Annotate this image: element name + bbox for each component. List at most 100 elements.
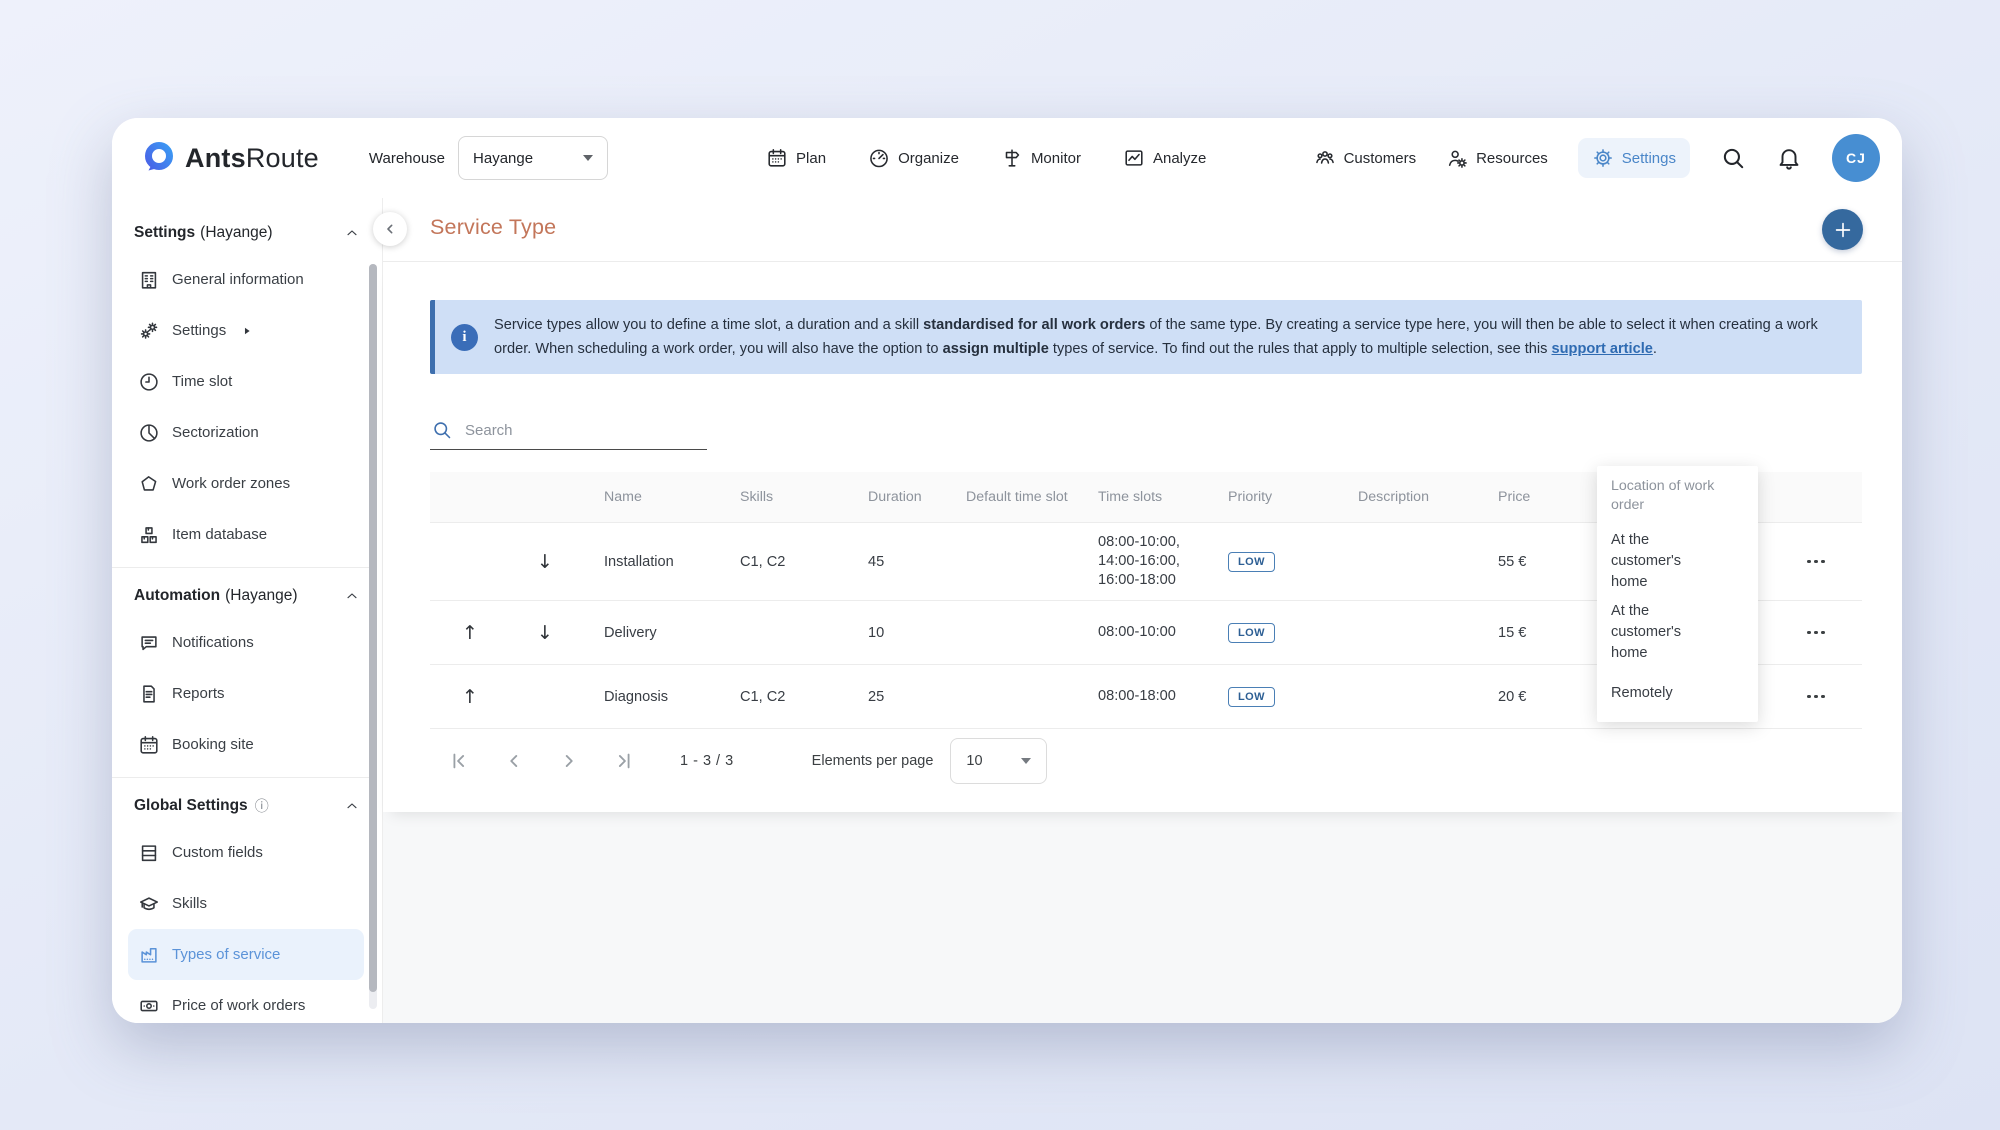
nav-organize[interactable]: Organize [868, 147, 959, 169]
move-up-button[interactable]: ↑ [456, 620, 484, 646]
banner-text-segment: Service types allow you to define a time… [494, 317, 923, 333]
add-service-type-button[interactable] [1822, 209, 1863, 250]
priority-badge: LOW [1228, 623, 1275, 643]
secondary-nav: Customers Resources Settings CJ [1314, 134, 1880, 182]
search-input[interactable] [463, 421, 705, 440]
sidebar-item-general-information[interactable]: General information [128, 254, 364, 305]
sidebar-divider [112, 567, 370, 568]
section-title-text: Global Settings [134, 797, 248, 815]
first-page-button[interactable] [448, 750, 470, 772]
last-page-button[interactable] [613, 750, 635, 772]
location-column-cells: At the customer's home At the customer's … [1597, 522, 1758, 722]
sidebar-item-label: Work order zones [172, 475, 290, 492]
section-title-text: Settings [134, 224, 195, 242]
boxes-icon [138, 524, 160, 546]
sidebar-section-automation[interactable]: Automation(Hayange) [134, 575, 382, 617]
nav-monitor[interactable]: Monitor [1001, 147, 1081, 169]
nav-label: Plan [796, 150, 826, 167]
cell-actions [1770, 623, 1862, 643]
sidebar-item-work-order-zones[interactable]: Work order zones [128, 458, 364, 509]
sidebar-item-label: Types of service [172, 946, 280, 963]
more-horizontal-icon [1807, 695, 1811, 699]
per-page-select[interactable]: 10 [950, 738, 1047, 784]
sidebar-item-label: Custom fields [172, 844, 263, 861]
nav-label: Analyze [1153, 150, 1206, 167]
time-slots-text: 08:00-10:00 [1098, 615, 1176, 650]
sidebar-item-label: Price of work orders [172, 997, 305, 1014]
sidebar-item-label: Settings [172, 322, 226, 339]
gauge-icon [868, 147, 890, 169]
location-cell: Remotely [1597, 664, 1758, 722]
sidebar-item-skills[interactable]: Skills [128, 878, 364, 929]
more-options-button[interactable] [1799, 623, 1833, 643]
move-down-button[interactable]: ↓ [531, 549, 559, 575]
clock-icon [138, 371, 160, 393]
cell-skills: C1, C2 [716, 689, 844, 705]
sidebar-item-reports[interactable]: Reports [128, 668, 364, 719]
more-options-button[interactable] [1799, 552, 1833, 572]
top-bar: AntsRoute Warehouse Hayange PlanOrganize… [112, 118, 1902, 198]
column-header-duration: Duration [844, 489, 940, 505]
sidebar-item-notifications[interactable]: Notifications [128, 617, 364, 668]
sidebar-item-custom-fields[interactable]: Custom fields [128, 827, 364, 878]
page-title: Service Type [430, 215, 556, 240]
signpost-icon [1001, 147, 1023, 169]
sidebar: Settings(Hayange)General information Sett… [112, 198, 383, 1023]
nav-settings[interactable]: Settings [1578, 138, 1690, 178]
location-value: At the customer's home [1611, 530, 1707, 593]
cell-priority: LOW [1224, 623, 1354, 643]
more-options-button[interactable] [1799, 687, 1833, 707]
calendar-icon [138, 734, 160, 756]
location-cell: At the customer's home [1597, 600, 1758, 664]
graduation-cap-icon [138, 893, 160, 915]
location-cell: At the customer's home [1597, 522, 1758, 600]
move-up-button[interactable]: ↑ [456, 684, 484, 710]
search-icon[interactable] [1720, 145, 1746, 171]
warehouse-select[interactable]: Hayange [458, 136, 608, 180]
main-area: Service Type i Service types allow you t… [383, 198, 1902, 1023]
next-page-button[interactable] [558, 750, 580, 772]
sidebar-section-global-settings[interactable]: Global Settingsⓘ [134, 785, 382, 827]
sidebar-item-settings[interactable]: Settings [128, 305, 364, 356]
nav-plan[interactable]: Plan [766, 147, 826, 169]
banner-text-segment: types of service. To find out the rules … [1049, 341, 1552, 357]
sidebar-item-item-database[interactable]: Item database [128, 509, 364, 560]
logo-wordmark: AntsRoute [185, 143, 319, 174]
sidebar-item-price-of-work-orders[interactable]: Price of work orders [128, 980, 364, 1023]
more-horizontal-icon [1821, 631, 1825, 635]
bell-icon[interactable] [1776, 145, 1802, 171]
pie-icon [138, 422, 160, 444]
sidebar-item-sectorization[interactable]: Sectorization [128, 407, 364, 458]
cell-move-down: ↓ [510, 620, 580, 646]
sidebar-item-label: Sectorization [172, 424, 259, 441]
support-article-link[interactable]: support article [1552, 341, 1653, 357]
caret-down-icon [583, 155, 593, 161]
nav-resources[interactable]: Resources [1446, 147, 1548, 169]
nav-label: Resources [1476, 150, 1548, 167]
pentagon-icon [138, 473, 160, 495]
column-header-description: Description [1354, 489, 1494, 505]
sidebar-section-settings[interactable]: Settings(Hayange) [134, 212, 382, 254]
sidebar-item-label: Time slot [172, 373, 232, 390]
move-down-button[interactable]: ↓ [531, 620, 559, 646]
info-banner-text: Service types allow you to define a time… [494, 313, 1842, 361]
antsroute-logo-icon [140, 140, 176, 176]
avatar[interactable]: CJ [1832, 134, 1880, 182]
sidebar-item-types-of-service[interactable]: Types of service [128, 929, 364, 980]
antsroute-logo[interactable]: AntsRoute [140, 140, 319, 176]
nav-customers[interactable]: Customers [1314, 147, 1417, 169]
collapse-sidebar-button[interactable] [373, 212, 407, 246]
previous-page-button[interactable] [503, 750, 525, 772]
gear-icon [1592, 147, 1614, 169]
info-icon: i [451, 324, 478, 351]
pagination-range: 1 - 3 / 3 [680, 753, 734, 769]
cogs-icon [138, 320, 160, 342]
column-header-default-time-slot: Default time slot [940, 489, 1094, 505]
sidebar-item-booking-site[interactable]: Booking site [128, 719, 364, 770]
cell-name: Delivery [580, 625, 716, 641]
more-horizontal-icon [1814, 631, 1818, 635]
sidebar-scrollbar-thumb[interactable] [369, 264, 377, 992]
rows-icon [138, 842, 160, 864]
nav-analyze[interactable]: Analyze [1123, 147, 1206, 169]
sidebar-item-time-slot[interactable]: Time slot [128, 356, 364, 407]
